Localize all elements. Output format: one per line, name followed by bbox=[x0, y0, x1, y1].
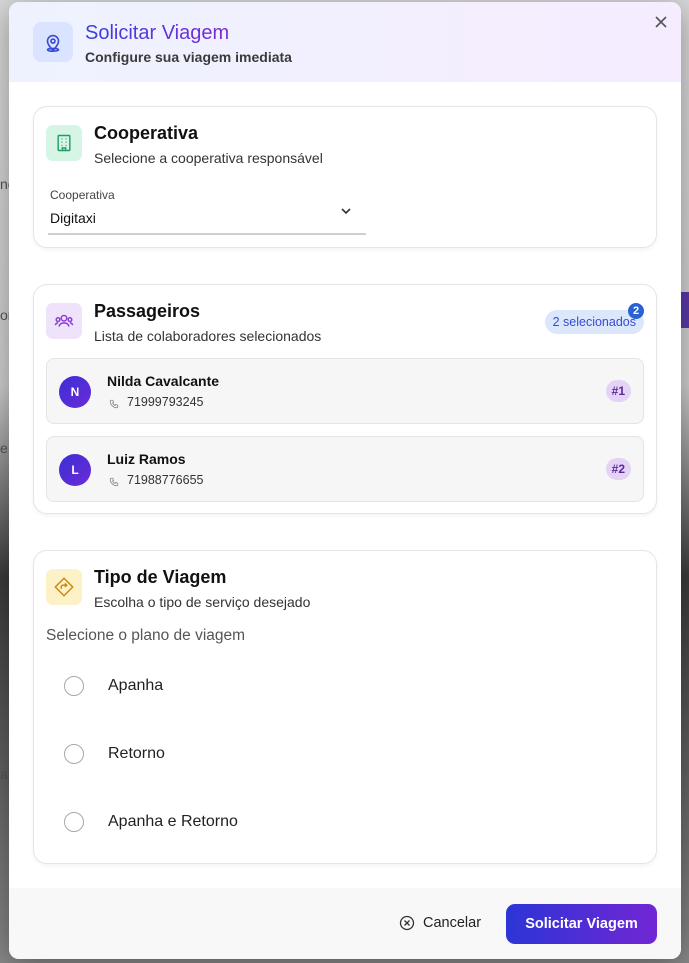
plan-label: Selecione o plano de viagem bbox=[46, 627, 246, 644]
route-icon bbox=[46, 569, 82, 605]
backdrop-text: e bbox=[0, 440, 8, 456]
passenger-item[interactable]: L Luiz Ramos 71988776655 #2 bbox=[46, 436, 644, 502]
tipo-viagem-title: Tipo de Viagem bbox=[94, 567, 227, 587]
location-pin-icon bbox=[33, 22, 73, 62]
passageiros-card: Passageiros Lista de colaboradores selec… bbox=[33, 284, 657, 514]
select-underline bbox=[48, 233, 366, 235]
avatar: L bbox=[59, 454, 91, 486]
passenger-name: Nilda Cavalcante bbox=[107, 373, 220, 389]
select-value: Digitaxi bbox=[50, 210, 96, 226]
close-icon[interactable] bbox=[653, 14, 669, 30]
modal-title: Solicitar Viagem bbox=[85, 22, 230, 44]
radio-label: Apanha bbox=[108, 677, 164, 694]
cooperativa-subtitle: Selecione a cooperativa responsável bbox=[94, 150, 323, 166]
select-label: Cooperativa bbox=[50, 188, 115, 202]
passenger-item[interactable]: N Nilda Cavalcante 71999793245 #1 bbox=[46, 358, 644, 424]
passenger-index-badge: #2 bbox=[605, 458, 631, 480]
modal-subtitle: Configure sua viagem imediata bbox=[85, 49, 292, 65]
chevron-down-icon[interactable] bbox=[339, 204, 353, 218]
phone-icon bbox=[109, 474, 119, 487]
cancel-circle-icon bbox=[399, 915, 415, 931]
cooperativa-title: Cooperativa bbox=[94, 123, 199, 143]
passenger-index-badge: #1 bbox=[605, 380, 631, 402]
modal-footer: Cancelar Solicitar Viagem bbox=[9, 888, 681, 959]
tipo-viagem-card: Tipo de Viagem Escolha o tipo de serviço… bbox=[33, 550, 657, 864]
radio-button[interactable] bbox=[64, 812, 84, 832]
radio-button[interactable] bbox=[64, 676, 84, 696]
cancel-label: Cancelar bbox=[423, 915, 482, 931]
building-icon bbox=[46, 125, 82, 161]
cooperativa-card: Cooperativa Selecione a cooperativa resp… bbox=[33, 106, 657, 248]
submit-request-button[interactable]: Solicitar Viagem bbox=[506, 904, 657, 944]
selected-count-dot: 2 bbox=[628, 303, 644, 319]
phone-icon bbox=[109, 396, 119, 409]
passenger-name: Luiz Ramos bbox=[107, 451, 186, 467]
passenger-phone: 71999793245 bbox=[127, 395, 204, 409]
avatar: N bbox=[59, 376, 91, 408]
passageiros-title: Passageiros bbox=[94, 301, 201, 321]
passenger-phone: 71988776655 bbox=[127, 473, 204, 487]
request-trip-modal: Solicitar Viagem Configure sua viagem im… bbox=[9, 2, 681, 959]
radio-button[interactable] bbox=[64, 744, 84, 764]
users-icon bbox=[46, 303, 82, 339]
modal-header: Solicitar Viagem Configure sua viagem im… bbox=[9, 2, 681, 82]
radio-label: Apanha e Retorno bbox=[108, 813, 238, 830]
tipo-viagem-subtitle: Escolha o tipo de serviço desejado bbox=[94, 594, 311, 610]
radio-label: Retorno bbox=[108, 745, 165, 762]
passageiros-subtitle: Lista de colaboradores selecionados bbox=[94, 328, 322, 344]
